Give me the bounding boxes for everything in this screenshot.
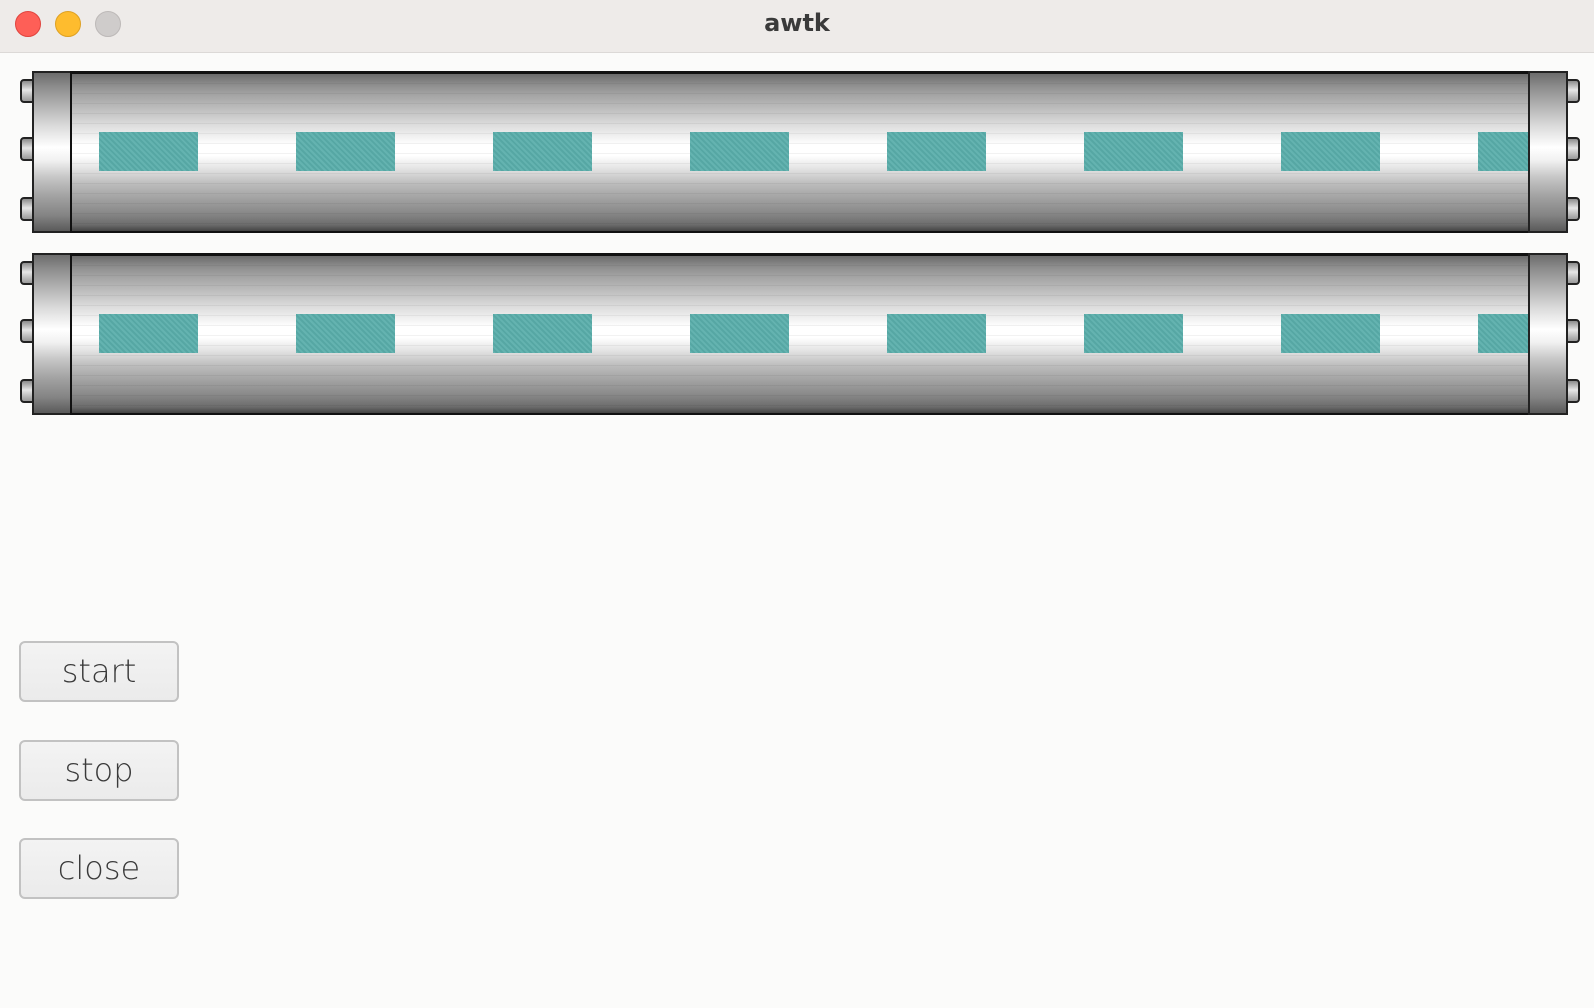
cargo-box (296, 314, 395, 353)
cargo-box (493, 132, 592, 171)
cargo-box (1281, 314, 1380, 353)
cargo-box (690, 314, 789, 353)
roller-cap-right (1528, 253, 1568, 415)
belt-surface (70, 253, 1530, 415)
cargo-box (887, 314, 986, 353)
start-button[interactable]: start (19, 641, 179, 702)
close-button[interactable]: close (19, 838, 179, 899)
conveyor-belt-2 (18, 253, 1582, 415)
roller-cap-left (32, 253, 72, 415)
conveyor-belt-1 (18, 71, 1582, 233)
roller-cap-left (32, 71, 72, 233)
cargo-box (99, 314, 198, 353)
cargo-box (690, 132, 789, 171)
title-bar: awtk (0, 0, 1594, 53)
cargo-box (493, 314, 592, 353)
app-window: awtk start stop close (0, 0, 1594, 1008)
roller-cap-right (1528, 71, 1568, 233)
cargo-box (1084, 132, 1183, 171)
cargo-box (1478, 132, 1528, 171)
cargo-box (1281, 132, 1380, 171)
cargo-box (99, 132, 198, 171)
window-title: awtk (764, 9, 830, 37)
stop-button[interactable]: stop (19, 740, 179, 801)
cargo-box (296, 132, 395, 171)
cargo-box (887, 132, 986, 171)
belt-surface (70, 71, 1530, 233)
cargo-box (1084, 314, 1183, 353)
cargo-box (1478, 314, 1528, 353)
